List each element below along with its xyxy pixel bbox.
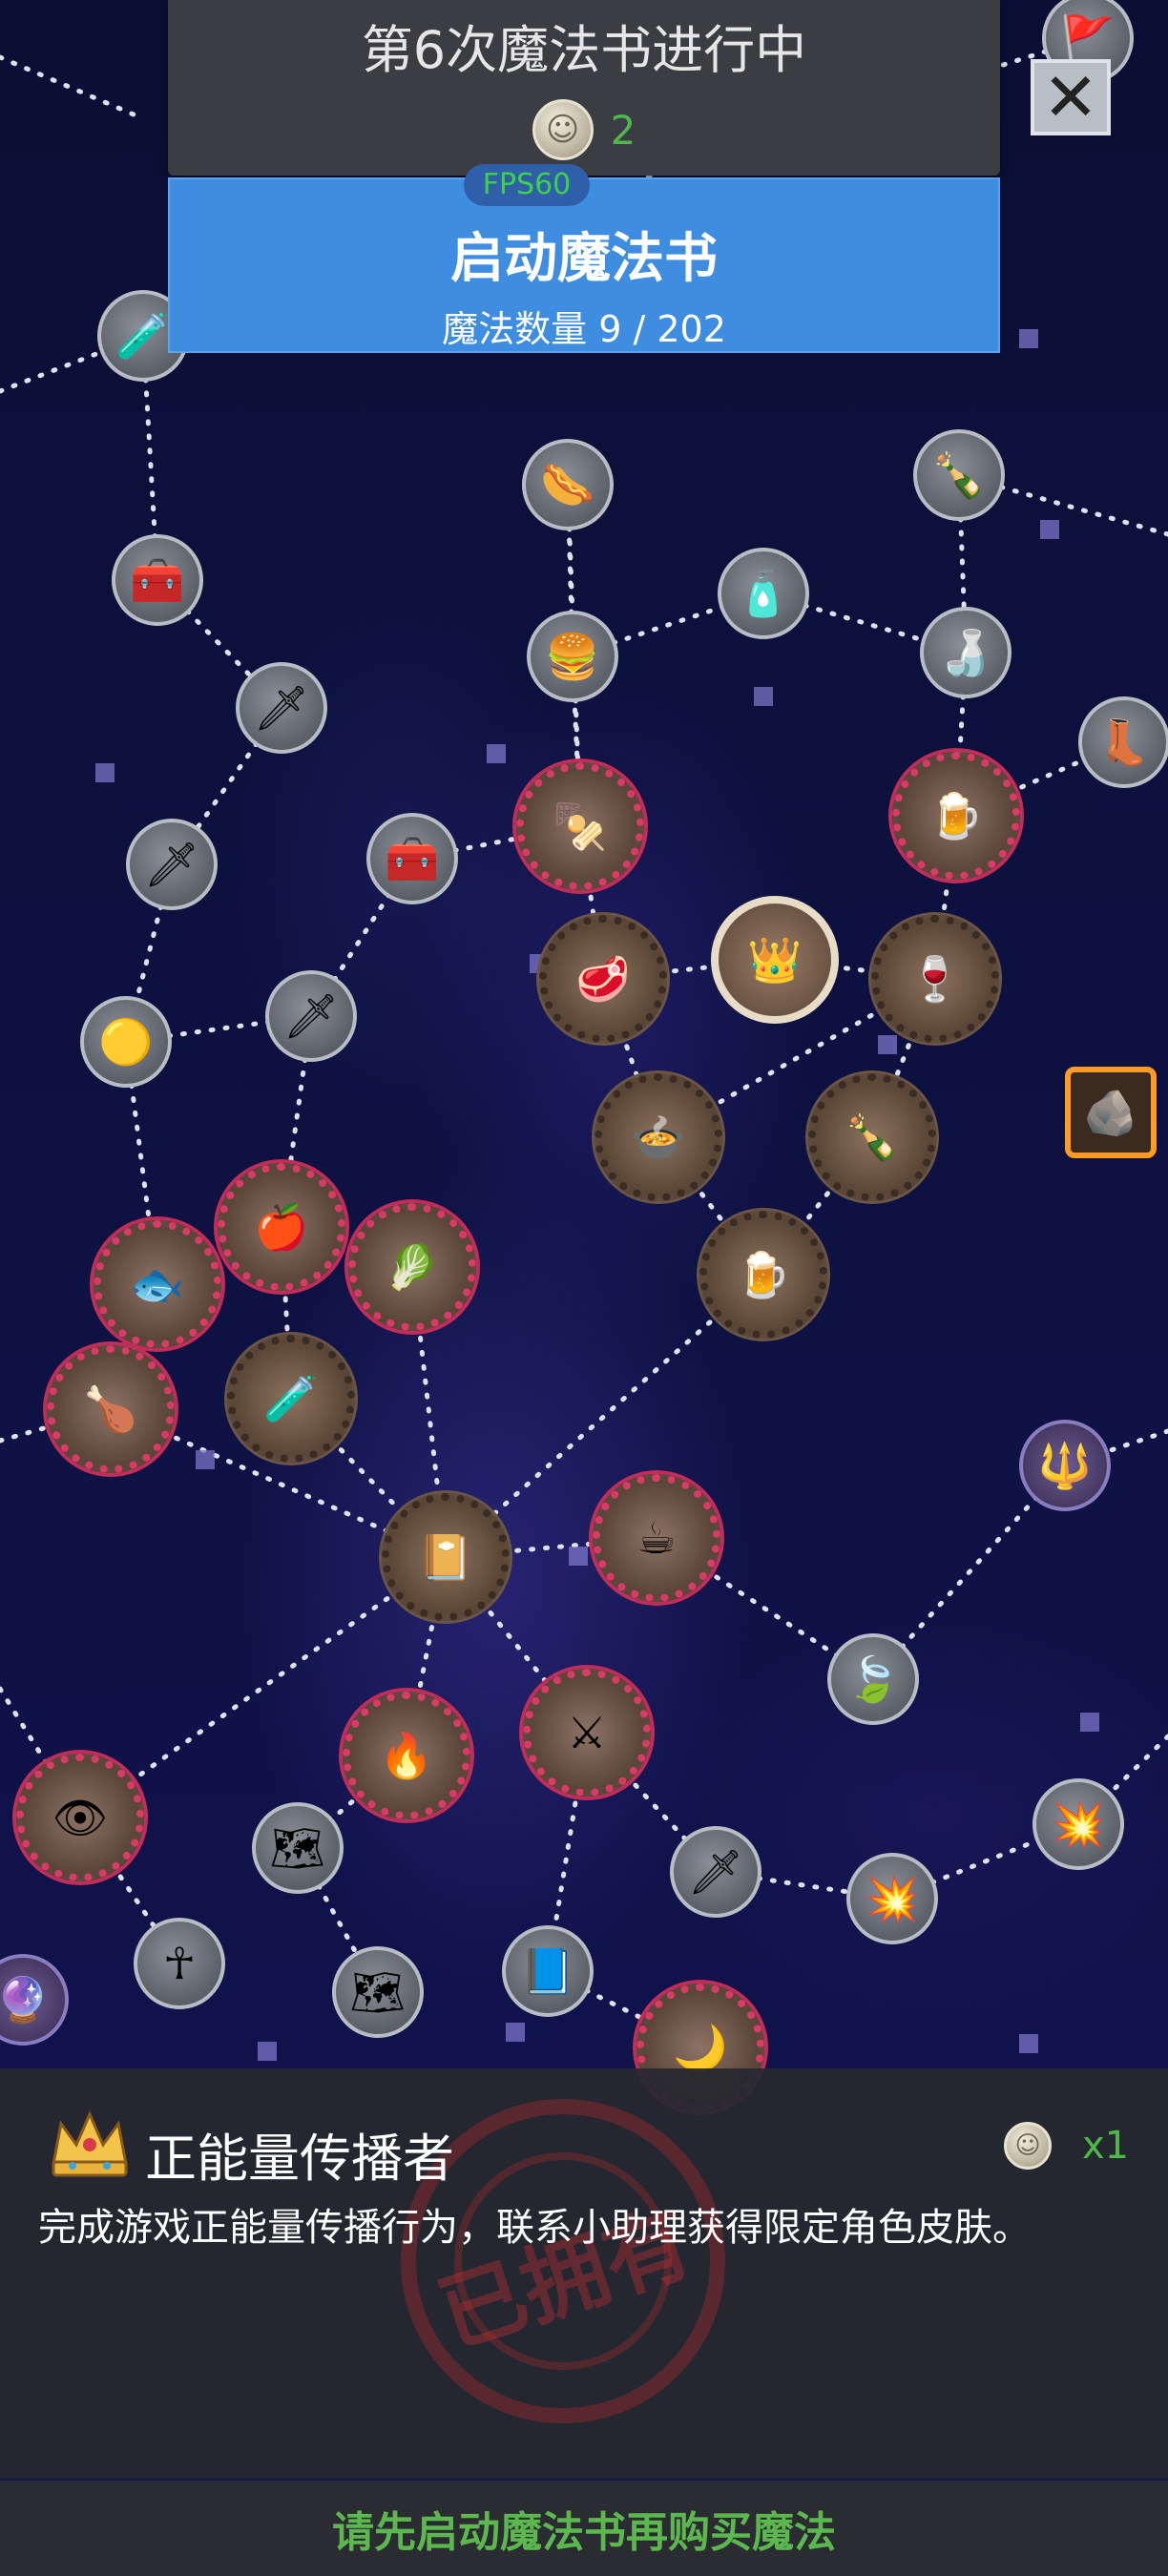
- book-status-panel: 第6次魔法书进行中 ☺ 2: [168, 0, 1000, 176]
- treasure-chest-icon[interactable]: 🧰: [366, 813, 458, 904]
- start-book-label: 启动魔法书: [450, 228, 718, 290]
- background-pixel: [1040, 520, 1059, 539]
- close-icon: ✕: [1042, 58, 1099, 136]
- background-pixel: [487, 744, 506, 763]
- green-bottle-icon[interactable]: 🍾: [808, 1073, 936, 1201]
- treasure-map-icon[interactable]: 🗺: [332, 1946, 424, 2038]
- fps-badge: FPS60: [464, 164, 590, 206]
- background-pixel: [754, 687, 773, 706]
- blue-potion-icon[interactable]: 🧴: [718, 548, 809, 639]
- cabbage-icon[interactable]: 🥬: [348, 1203, 476, 1331]
- crown-icon: [52, 2110, 128, 2177]
- flame-sword-icon[interactable]: 🗡: [670, 1826, 761, 1918]
- background-pixel: [569, 1547, 588, 1566]
- ale-mug-icon[interactable]: 🍺: [699, 1211, 827, 1339]
- pitchfork-icon[interactable]: 🔱: [1019, 1420, 1111, 1511]
- red-sword-icon[interactable]: 🗡: [265, 970, 357, 1062]
- coal-icon[interactable]: 🪨: [1065, 1067, 1157, 1158]
- dagger-icon[interactable]: 🗡: [126, 819, 218, 910]
- item-name: 正能量传播者: [145, 2129, 454, 2189]
- coin-count: 2: [610, 106, 636, 154]
- node-connection: [0, 54, 136, 117]
- background-pixel: [95, 763, 115, 782]
- soup-icon[interactable]: 🍲: [594, 1073, 722, 1201]
- item-description: 完成游戏正能量传播行为，联系小助理获得限定角色皮肤。: [38, 2206, 1031, 2250]
- background-pixel: [878, 1035, 897, 1054]
- liquor-bottle-icon[interactable]: 🍶: [920, 607, 1012, 698]
- wine-bottle-icon[interactable]: 🍾: [913, 429, 1005, 521]
- beer-icon[interactable]: 🍺: [892, 752, 1020, 880]
- coin-balance: ☺ 2: [168, 95, 1000, 164]
- torch-icon[interactable]: 🔥: [343, 1692, 470, 1819]
- sword-icon[interactable]: 🗡: [236, 662, 327, 754]
- buy-button[interactable]: 请先启动魔法书再购买魔法: [0, 2481, 1168, 2576]
- mana-potion-icon[interactable]: 🧪: [227, 1335, 355, 1463]
- spell-count: 魔法数量 9 / 202: [442, 308, 726, 350]
- background-pixel: [1019, 2034, 1038, 2053]
- ankh-bag-icon[interactable]: ☥: [134, 1918, 225, 2009]
- close-button[interactable]: ✕: [1031, 59, 1111, 135]
- hotdog-icon[interactable]: 🌭: [522, 439, 614, 530]
- crown-icon[interactable]: 👑: [711, 896, 839, 1024]
- start-book-button[interactable]: 启动魔法书 魔法数量 9 / 202: [168, 177, 1000, 353]
- hamburger-icon[interactable]: 🍔: [527, 611, 618, 702]
- price-coin-icon: ☺: [1004, 2122, 1052, 2170]
- item-price-quantity: x1: [1082, 2124, 1130, 2168]
- scroll-map-icon[interactable]: 🗺: [252, 1802, 344, 1894]
- kebab-icon[interactable]: 🍢: [516, 762, 644, 890]
- slime-icon[interactable]: 🟡: [80, 996, 172, 1088]
- background-pixel: [1080, 1713, 1099, 1732]
- fire-burst-icon[interactable]: 💥: [1032, 1778, 1124, 1870]
- coffee-icon[interactable]: ☕: [593, 1474, 720, 1602]
- background-pixel: [196, 1450, 215, 1469]
- roast-chicken-icon[interactable]: 🍗: [47, 1345, 175, 1473]
- coin-icon: ☺: [532, 99, 594, 160]
- red-wine-icon[interactable]: 🍷: [871, 915, 999, 1043]
- fish-icon[interactable]: 🐟: [94, 1220, 221, 1348]
- apple-icon[interactable]: 🍎: [218, 1163, 345, 1291]
- crown-chest-icon[interactable]: 🧰: [112, 534, 203, 626]
- background-pixel: [506, 2023, 525, 2042]
- tome-icon[interactable]: 📘: [502, 1925, 594, 2017]
- spellbook-icon[interactable]: 📔: [382, 1493, 510, 1621]
- background-pixel: [258, 2042, 277, 2061]
- buy-button-label: 请先启动魔法书再购买魔法: [332, 2508, 836, 2557]
- dragon-eye-icon[interactable]: 👁: [16, 1754, 144, 1881]
- crossed-swords-icon[interactable]: ⚔: [523, 1669, 651, 1797]
- steak-icon[interactable]: 🥩: [539, 915, 667, 1043]
- book-progress-title: 第6次魔法书进行中: [361, 20, 807, 80]
- leaf-icon[interactable]: 🍃: [827, 1633, 919, 1725]
- explosion-sword-icon[interactable]: 💥: [846, 1853, 938, 1944]
- background-pixel: [1019, 329, 1038, 348]
- wizard-boots-icon[interactable]: 👢: [1078, 696, 1168, 788]
